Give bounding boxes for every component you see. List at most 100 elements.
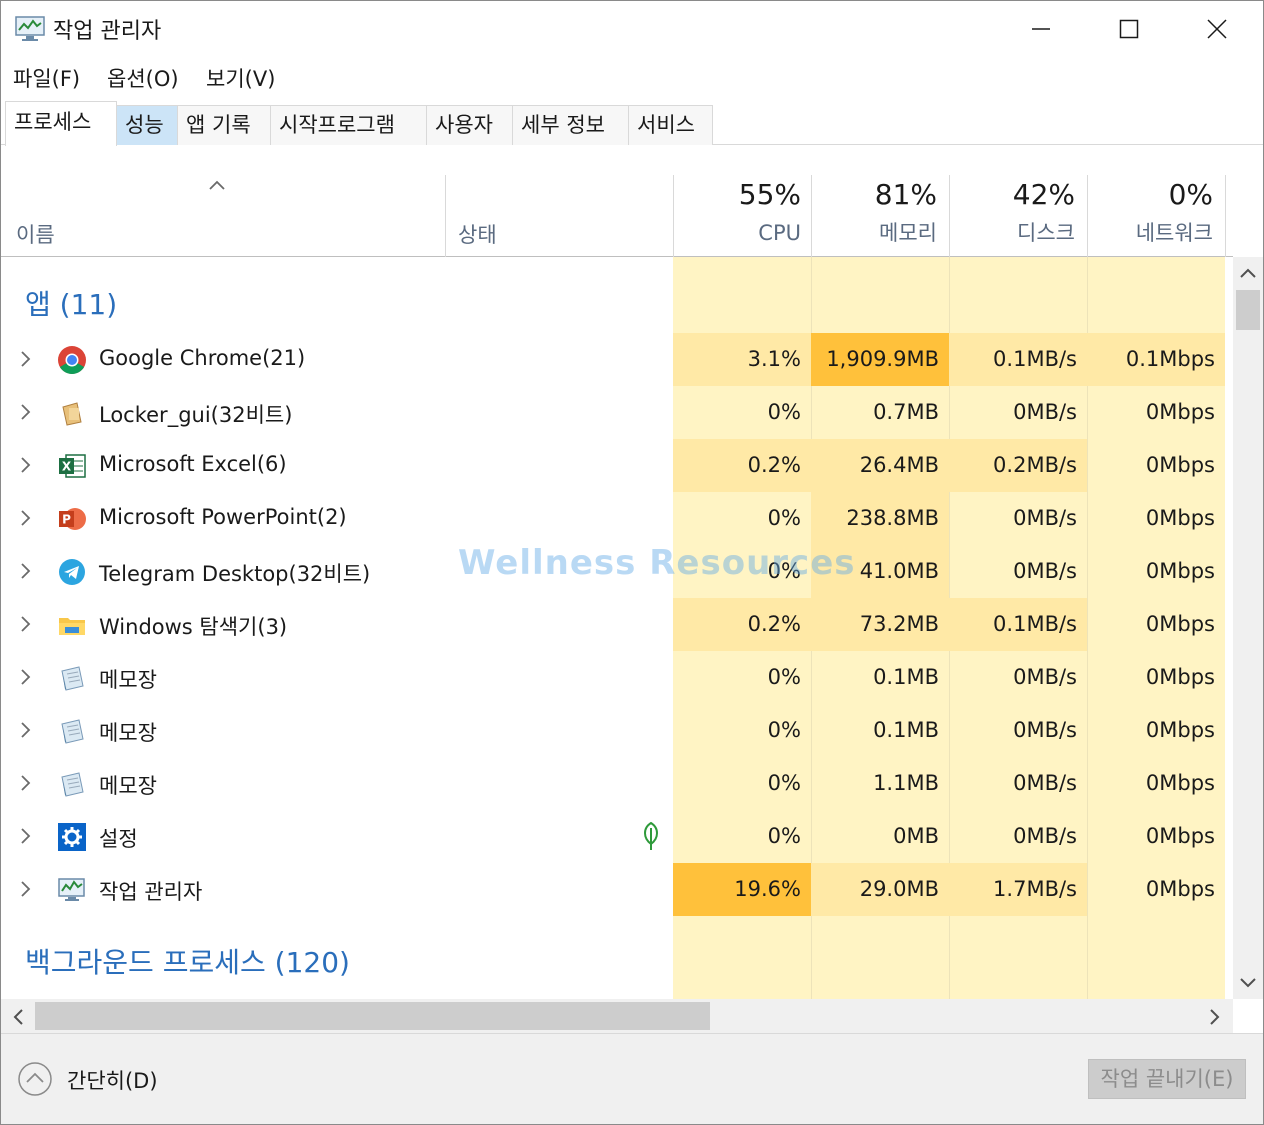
process-row[interactable]: Locker_gui(32비트) 0% 0.7MB 0MB/s 0Mbps bbox=[1, 386, 1233, 439]
process-name: 설정 bbox=[99, 827, 138, 851]
tab-startup[interactable]: 시작프로그램 bbox=[271, 105, 427, 145]
cell-disk: 0MB/s bbox=[1013, 559, 1077, 583]
process-row[interactable]: 메모장 0% 0.1MB 0MB/s 0Mbps bbox=[1, 651, 1233, 704]
process-row[interactable]: Windows 탐색기(3) 0.2% 73.2MB 0.1MB/s 0Mbps bbox=[1, 598, 1233, 651]
expand-chevron-right-icon[interactable] bbox=[19, 827, 33, 845]
cell-memory: 0.1MB bbox=[873, 665, 939, 689]
cpu-total-percent: 55% bbox=[738, 178, 801, 211]
expand-chevron-right-icon[interactable] bbox=[19, 774, 33, 792]
vertical-scroll-thumb[interactable] bbox=[1236, 290, 1260, 330]
tab-users[interactable]: 사용자 bbox=[427, 105, 513, 145]
tab-performance[interactable]: 성능 bbox=[117, 105, 178, 145]
process-row[interactable]: 작업 관리자 19.6% 29.0MB 1.7MB/s 0Mbps bbox=[1, 863, 1233, 916]
tab-bar: 프로세스 성능 앱 기록 시작프로그램 사용자 세부 정보 서비스 bbox=[1, 101, 1263, 146]
process-name: 작업 관리자 bbox=[99, 880, 203, 904]
expand-chevron-right-icon[interactable] bbox=[19, 403, 33, 421]
cell-network: 0Mbps bbox=[1145, 824, 1215, 848]
task-manager-icon bbox=[57, 875, 87, 905]
scroll-left-arrow-icon[interactable] bbox=[11, 1008, 25, 1026]
memory-label: 메모리 bbox=[879, 221, 937, 245]
column-cpu[interactable]: 55% CPU bbox=[673, 175, 801, 251]
tab-processes[interactable]: 프로세스 bbox=[5, 101, 117, 146]
minimize-button[interactable] bbox=[997, 1, 1085, 57]
network-label: 네트워크 bbox=[1135, 221, 1213, 245]
locker-icon bbox=[57, 398, 87, 428]
cell-cpu: 19.6% bbox=[673, 863, 811, 916]
cell-network: 0Mbps bbox=[1145, 665, 1215, 689]
process-name: 메모장 bbox=[99, 721, 157, 745]
maximize-button[interactable] bbox=[1085, 1, 1173, 57]
scroll-down-arrow-icon[interactable] bbox=[1239, 975, 1257, 989]
cell-network: 0Mbps bbox=[1145, 718, 1215, 742]
menu-file[interactable]: 파일(F) bbox=[13, 63, 80, 93]
expand-chevron-right-icon[interactable] bbox=[19, 880, 33, 898]
menu-view[interactable]: 보기(V) bbox=[206, 63, 275, 93]
notepad-icon bbox=[57, 716, 87, 746]
fewer-details-chevron-up-icon[interactable] bbox=[17, 1061, 53, 1097]
expand-chevron-right-icon[interactable] bbox=[19, 615, 33, 633]
notepad-icon bbox=[57, 663, 87, 693]
expand-chevron-right-icon[interactable] bbox=[19, 721, 33, 739]
task-manager-window: 작업 관리자 파일(F) 옵션(O) 보기(V) 프로세스 성능 앱 기록 시작… bbox=[0, 0, 1264, 1125]
cell-cpu: 0% bbox=[767, 824, 801, 848]
process-row[interactable]: X Microsoft Excel(6) 0.2% 26.4MB 0.2MB/s 0Mbp… bbox=[1, 439, 1233, 492]
telegram-icon bbox=[57, 557, 87, 587]
cell-disk: 0MB/s bbox=[1013, 400, 1077, 424]
expand-chevron-right-icon[interactable] bbox=[19, 456, 33, 474]
tab-details[interactable]: 세부 정보 bbox=[513, 105, 629, 145]
cell-network: 0Mbps bbox=[1145, 453, 1215, 477]
cell-cpu: 0% bbox=[767, 400, 801, 424]
process-name: Telegram Desktop(32비트) bbox=[99, 562, 371, 586]
group-header-apps[interactable]: 앱 (11) bbox=[25, 283, 117, 323]
column-header: 이름 상태 55% CPU 81% 메모리 42% 디스크 0% 네트워크 bbox=[1, 171, 1233, 257]
process-name: Windows 탐색기(3) bbox=[99, 615, 288, 639]
process-row[interactable]: 설정 0% 0MB 0MB/s 0Mbps bbox=[1, 810, 1233, 863]
process-row[interactable]: 메모장 0% 0.1MB 0MB/s 0Mbps bbox=[1, 704, 1233, 757]
horizontal-scrollbar[interactable] bbox=[1, 999, 1233, 1033]
column-disk[interactable]: 42% 디스크 bbox=[949, 175, 1075, 251]
column-divider[interactable] bbox=[1225, 175, 1226, 257]
notepad-icon bbox=[57, 769, 87, 799]
scroll-right-arrow-icon[interactable] bbox=[1208, 1008, 1222, 1026]
cell-network: 0Mbps bbox=[1145, 506, 1215, 530]
svg-text:X: X bbox=[62, 460, 72, 474]
close-button[interactable] bbox=[1173, 1, 1261, 57]
column-name[interactable]: 이름 bbox=[16, 219, 55, 249]
scroll-up-arrow-icon[interactable] bbox=[1239, 265, 1257, 279]
group-header-background-processes[interactable]: 백그라운드 프로세스 (120) bbox=[25, 941, 350, 981]
vertical-scrollbar[interactable] bbox=[1233, 257, 1263, 999]
column-status[interactable]: 상태 bbox=[458, 219, 497, 249]
end-task-button[interactable]: 작업 끝내기(E) bbox=[1088, 1059, 1246, 1099]
tab-app-history[interactable]: 앱 기록 bbox=[178, 105, 271, 145]
expand-chevron-right-icon[interactable] bbox=[19, 562, 33, 580]
column-divider[interactable] bbox=[445, 175, 446, 257]
horizontal-scroll-thumb[interactable] bbox=[35, 1002, 710, 1030]
expand-chevron-right-icon[interactable] bbox=[19, 350, 33, 368]
cell-disk: 1.7MB/s bbox=[949, 863, 1087, 916]
cell-disk: 0MB/s bbox=[1013, 718, 1077, 742]
cell-disk: 0MB/s bbox=[1013, 824, 1077, 848]
cell-disk: 0.1MB/s bbox=[949, 333, 1087, 386]
fewer-details-button[interactable]: 간단히(D) bbox=[67, 1065, 158, 1095]
cell-cpu: 0.2% bbox=[673, 439, 811, 492]
cell-network: 0.1Mbps bbox=[1087, 333, 1225, 386]
process-row[interactable]: 메모장 0% 1.1MB 0MB/s 0Mbps bbox=[1, 757, 1233, 810]
close-icon bbox=[1207, 19, 1227, 39]
process-name: Locker_gui(32비트) bbox=[99, 403, 293, 427]
column-network[interactable]: 0% 네트워크 bbox=[1087, 175, 1213, 251]
svg-text:P: P bbox=[62, 513, 71, 527]
footer-bar: 간단히(D) 작업 끝내기(E) bbox=[1, 1033, 1263, 1124]
cell-cpu: 0.2% bbox=[673, 598, 811, 651]
process-row[interactable]: Google Chrome(21) 3.1% 1,909.9MB 0.1MB/s 0.1… bbox=[1, 333, 1233, 386]
expand-chevron-right-icon[interactable] bbox=[19, 509, 33, 527]
process-list[interactable]: 앱 (11) Google Chrome(21) 3.1% 1,909.9MB 0.1… bbox=[1, 257, 1233, 999]
title-bar[interactable]: 작업 관리자 bbox=[1, 1, 1263, 57]
cell-memory: 1,909.9MB bbox=[811, 333, 949, 386]
tab-services[interactable]: 서비스 bbox=[629, 105, 713, 145]
menu-options[interactable]: 옵션(O) bbox=[107, 63, 179, 93]
process-row[interactable]: P Microsoft PowerPoint(2) 0% 238.8MB 0MB/s 0M… bbox=[1, 492, 1233, 545]
cell-memory: 0.1MB bbox=[873, 718, 939, 742]
column-memory[interactable]: 81% 메모리 bbox=[811, 175, 937, 251]
expand-chevron-right-icon[interactable] bbox=[19, 668, 33, 686]
cell-network: 0Mbps bbox=[1145, 559, 1215, 583]
